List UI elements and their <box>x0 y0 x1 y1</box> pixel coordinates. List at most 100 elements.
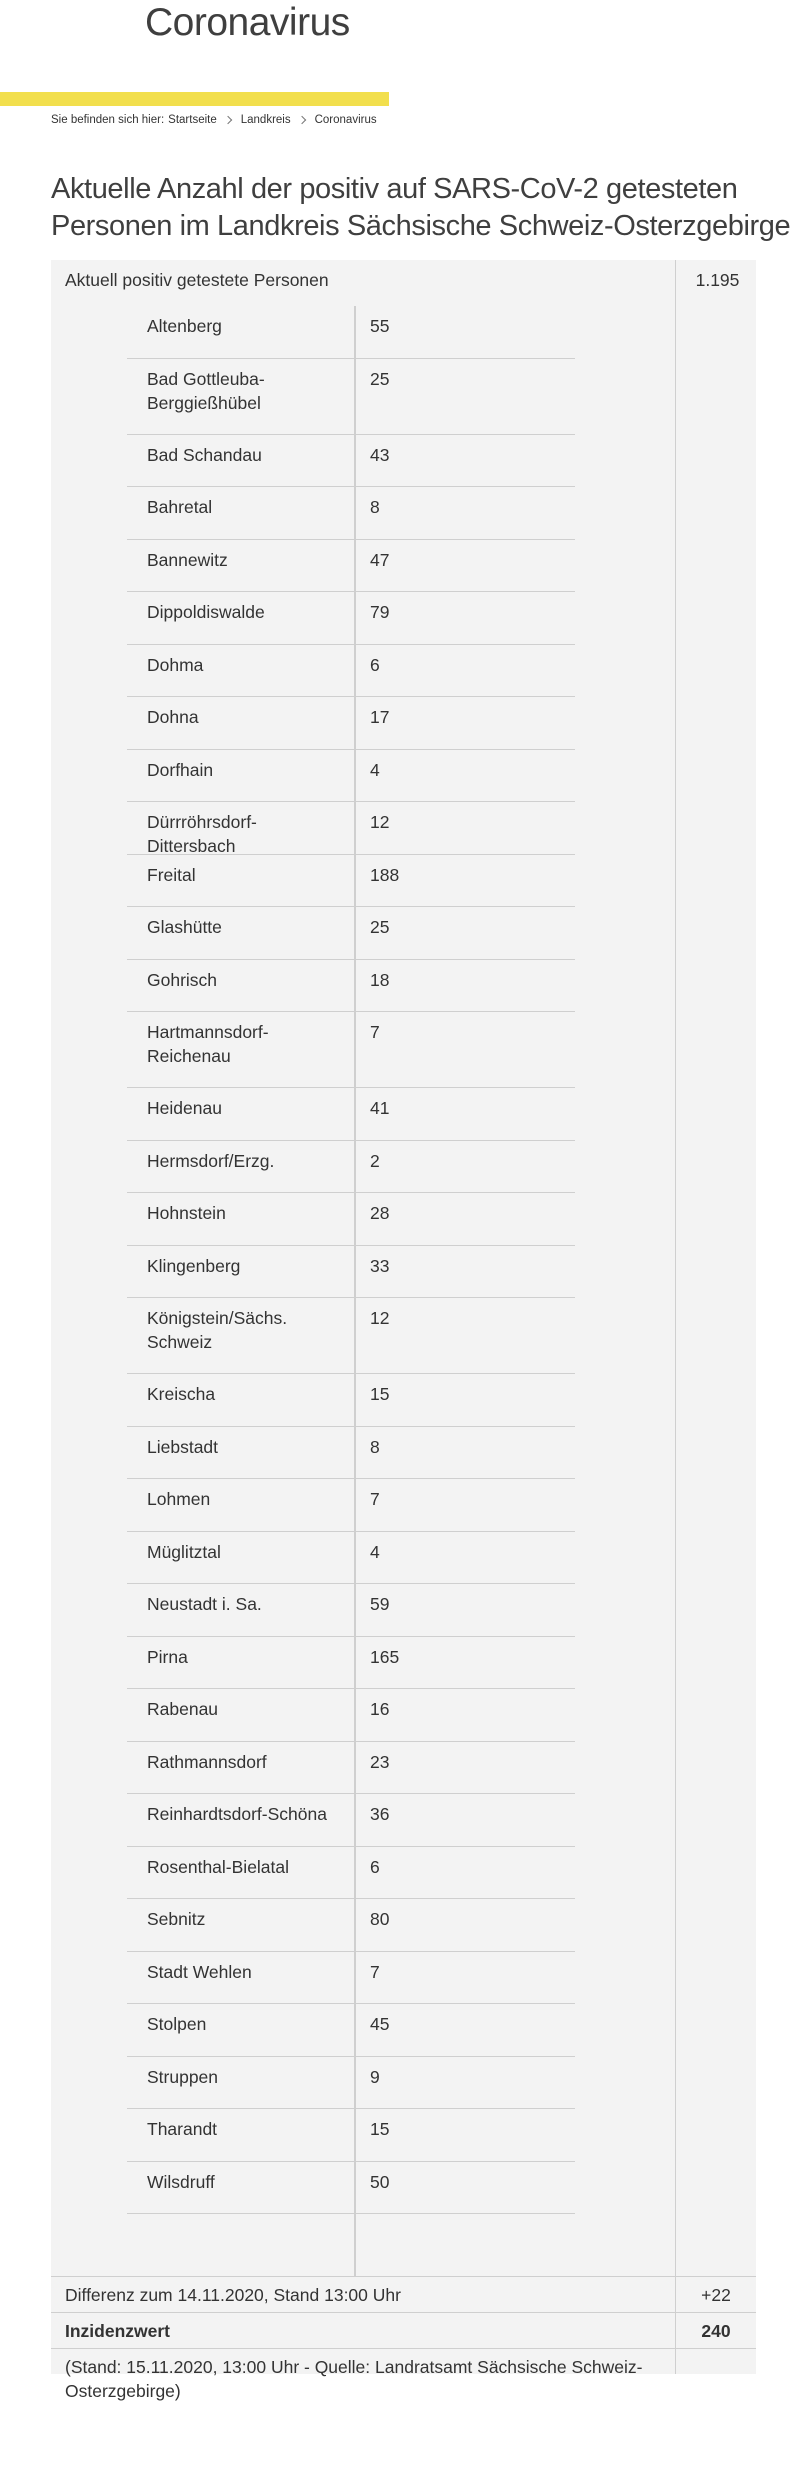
table-row: Reinhardtsdorf-Schöna 36 <box>127 1794 575 1847</box>
municipality-count: 165 <box>370 1646 400 1667</box>
municipality-count: 80 <box>370 1909 390 1929</box>
accent-bar <box>0 92 389 106</box>
difference-row: Differenz zum 14.11.2020, Stand 13:00 Uh… <box>51 2276 756 2313</box>
municipality-name: Bad Gottleuba-Berggießhübel <box>147 368 265 413</box>
table-row: Klingenberg 33 <box>127 1246 575 1298</box>
table-row: Gohrisch 18 <box>127 960 575 1012</box>
table-row: Dohma 6 <box>127 645 575 697</box>
table-row: Freital 188 <box>127 855 575 907</box>
municipality-count: 25 <box>370 917 390 937</box>
municipality-name: Stadt Wehlen <box>147 1961 252 1982</box>
municipality-name: Sebnitz <box>147 1909 206 1929</box>
difference-label: Differenz zum 14.11.2020, Stand 13:00 Uh… <box>65 2285 401 2305</box>
chevron-right-icon <box>297 115 306 125</box>
table-row: Glashütte 25 <box>127 907 575 960</box>
breadcrumb-item-landkreis[interactable]: Landkreis <box>241 114 291 126</box>
table-row: Hermsdorf/Erzg. 2 <box>127 1141 575 1193</box>
table-row: Hartmannsdorf-Reichenau 7 <box>127 1012 575 1088</box>
municipality-count: 9 <box>370 2066 380 2087</box>
municipality-name: Klingenberg <box>147 1255 241 1276</box>
table-row: Dohna 17 <box>127 697 575 750</box>
table-row: Liebstadt 8 <box>127 1427 575 1479</box>
municipality-name: Müglitztal <box>147 1541 221 1562</box>
table-row: Königstein/Sächs. Schweiz 12 <box>127 1298 575 1374</box>
total-label: Aktuell positiv getestete Personen <box>65 270 329 290</box>
table-row: Dürrröhrsdorf-Dittersbach 12 <box>127 802 575 856</box>
table-row: Rathmannsdorf 23 <box>127 1742 575 1794</box>
municipality-name: Rabenau <box>147 1699 219 1719</box>
municipality-count: 43 <box>370 444 390 465</box>
breadcrumb-item-coronavirus[interactable]: Coronavirus <box>315 114 377 126</box>
municipality-count: 33 <box>370 1255 390 1276</box>
municipality-name: Rosenthal-Bielatal <box>147 1856 290 1877</box>
table-row: Kreischa 15 <box>127 1374 575 1427</box>
municipality-count: 188 <box>370 864 400 885</box>
municipality-count: 7 <box>370 1961 380 1982</box>
table-row: Bad Schandau 43 <box>127 435 575 487</box>
municipality-name: Freital <box>147 864 196 885</box>
municipality-count: 17 <box>370 707 390 727</box>
incidence-row: Inzidenzwert 240 <box>51 2312 756 2349</box>
table-row: Neustadt i. Sa. 59 <box>127 1584 575 1637</box>
incidence-label: Inzidenzwert <box>65 2321 171 2341</box>
table-row: Bahretal 8 <box>127 487 575 540</box>
table-row: Stolpen 45 <box>127 2004 575 2057</box>
incidence-value: 240 <box>701 2321 731 2341</box>
municipality-name: Tharandt <box>147 2119 218 2139</box>
municipality-count: 18 <box>370 969 390 990</box>
breadcrumb-item-startseite[interactable]: Startseite <box>168 114 217 126</box>
municipality-name: Liebstadt <box>147 1436 219 1457</box>
total-value: 1.195 <box>695 270 740 290</box>
municipality-count: 50 <box>370 2171 390 2192</box>
difference-value: +22 <box>701 2285 731 2305</box>
page-title: Aktuelle Anzahl der positiv auf SARS-CoV… <box>51 173 791 242</box>
municipality-name: Bad Schandau <box>147 444 262 465</box>
municipality-count: 79 <box>370 602 390 622</box>
municipality-count: 28 <box>370 1203 390 1223</box>
municipality-count: 25 <box>370 368 390 389</box>
municipality-name: Altenberg <box>147 316 222 336</box>
municipality-count: 4 <box>370 1541 380 1562</box>
municipality-name: Stolpen <box>147 2014 207 2034</box>
municipality-name: Dorfhain <box>147 759 214 780</box>
municipality-name: Hermsdorf/Erzg. <box>147 1150 275 1171</box>
table-row: Pirna 165 <box>127 1637 575 1689</box>
table-row: Sebnitz 80 <box>127 1899 575 1952</box>
municipality-name: Neustadt i. Sa. <box>147 1594 262 1614</box>
municipality-name: Wilsdruff <box>147 2171 215 2192</box>
municipality-count: 59 <box>370 1594 390 1614</box>
municipality-count: 8 <box>370 1436 380 1457</box>
case-table: Aktuell positiv getestete Personen 1.195… <box>51 260 756 2401</box>
municipality-count: 12 <box>370 1308 390 1328</box>
table-row: Dorfhain 4 <box>127 750 575 802</box>
municipality-count: 2 <box>370 1150 380 1171</box>
municipality-count: 7 <box>370 1022 380 1042</box>
municipality-count: 7 <box>370 1489 380 1509</box>
municipality-count: 41 <box>370 1098 390 1118</box>
breadcrumb-lead: Sie befinden sich hier: <box>51 114 165 126</box>
municipality-name: Hartmannsdorf-Reichenau <box>147 1022 269 1066</box>
municipality-name: Gohrisch <box>147 969 218 990</box>
chevron-right-icon <box>223 115 232 125</box>
table-row: Bannewitz 47 <box>127 540 575 592</box>
municipality-count: 45 <box>370 2014 390 2034</box>
table-row: Tharandt 15 <box>127 2109 575 2162</box>
municipality-name: Hohnstein <box>147 1203 226 1223</box>
municipality-name: Dohma <box>147 654 204 675</box>
municipality-name: Königstein/Sächs. Schweiz <box>147 1308 288 1352</box>
municipality-count: 12 <box>370 812 390 832</box>
table-row: Altenberg 55 <box>127 306 575 359</box>
table-row: Wilsdruff 50 <box>127 2162 575 2214</box>
table-row: Stadt Wehlen 7 <box>127 1952 575 2004</box>
municipality-count: 4 <box>370 759 380 780</box>
source-row: (Stand: 15.11.2020, 13:00 Uhr - Quelle: … <box>51 2348 756 2405</box>
municipality-name: Rathmannsdorf <box>147 1751 267 1772</box>
table-row: Struppen 9 <box>127 2057 575 2109</box>
table-row: Rosenthal-Bielatal 6 <box>127 1847 575 1899</box>
municipality-name: Reinhardtsdorf-Schöna <box>147 1804 327 1824</box>
municipality-count: 15 <box>370 1384 390 1404</box>
municipality-name: Struppen <box>147 2066 219 2087</box>
municipality-name: Glashütte <box>147 917 222 937</box>
table-row: Hohnstein 28 <box>127 1193 575 1246</box>
municipality-name: Bannewitz <box>147 549 228 570</box>
